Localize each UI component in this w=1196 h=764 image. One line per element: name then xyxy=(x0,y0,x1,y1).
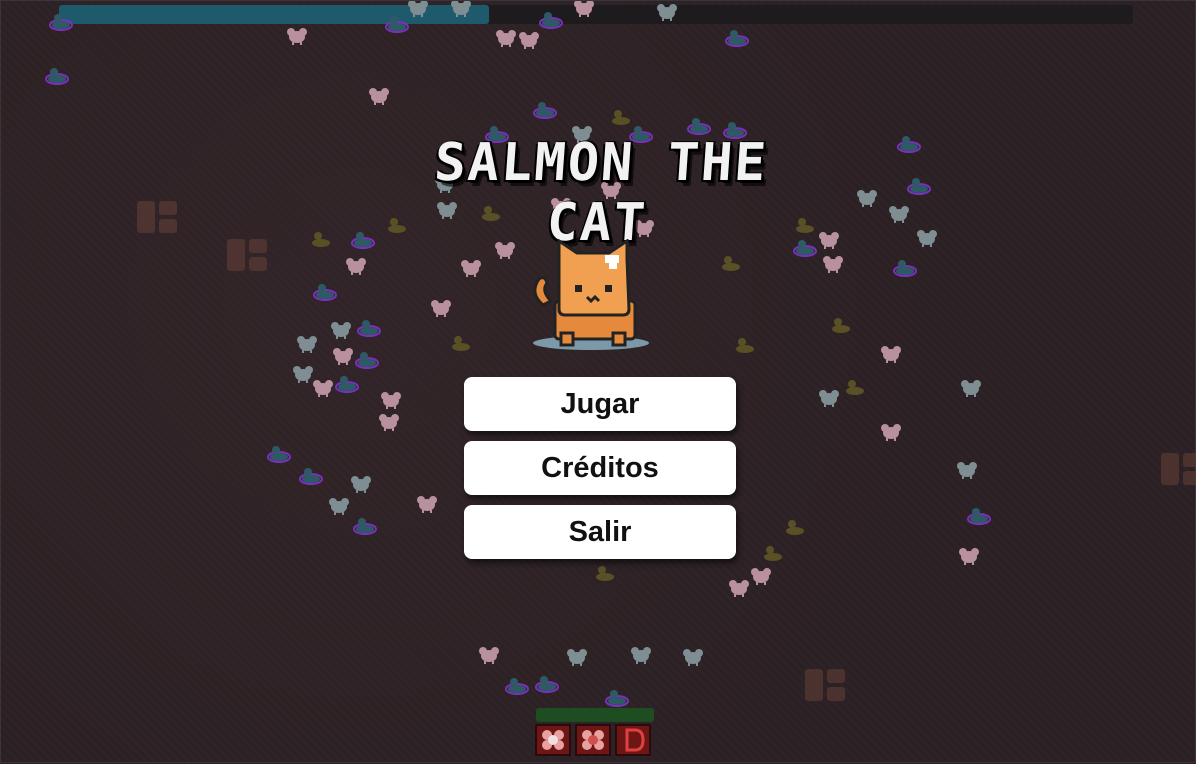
mouse-enemy-icon xyxy=(381,392,401,409)
snake-enemy-icon xyxy=(605,690,629,707)
snake-enemy-icon xyxy=(452,336,470,351)
snake-enemy-icon xyxy=(313,284,337,301)
mouse-enemy-icon xyxy=(519,32,539,49)
snake-enemy-icon xyxy=(786,520,804,535)
snake-enemy-icon xyxy=(687,118,711,135)
mouse-enemy-icon xyxy=(567,649,587,666)
snake-enemy-icon xyxy=(299,468,323,485)
crate-tile-icon xyxy=(137,201,177,233)
xp-bar-fill xyxy=(59,5,489,24)
mouse-enemy-icon xyxy=(293,366,313,383)
flower-icon xyxy=(582,730,604,750)
snake-enemy-icon xyxy=(736,338,754,353)
health-bar xyxy=(536,708,654,722)
snake-enemy-icon xyxy=(505,678,529,695)
mouse-enemy-icon xyxy=(889,206,909,223)
mouse-enemy-icon xyxy=(313,380,333,397)
mouse-enemy-icon xyxy=(957,462,977,479)
snake-enemy-icon xyxy=(764,546,782,561)
snake-enemy-icon xyxy=(725,30,749,47)
mouse-enemy-icon xyxy=(351,476,371,493)
snake-enemy-icon xyxy=(612,110,630,125)
mouse-enemy-icon xyxy=(819,390,839,407)
snake-enemy-icon xyxy=(355,352,379,369)
mouse-enemy-icon xyxy=(959,548,979,565)
mouse-enemy-icon xyxy=(751,568,771,585)
snake-enemy-icon xyxy=(353,518,377,535)
mouse-enemy-icon xyxy=(329,498,349,515)
flower-icon xyxy=(542,730,564,750)
inventory-slot-3[interactable] xyxy=(615,724,651,756)
snake-enemy-icon xyxy=(967,508,991,525)
mouse-enemy-icon xyxy=(857,190,877,207)
mouse-enemy-icon xyxy=(631,647,651,664)
inventory-slot-2[interactable] xyxy=(575,724,611,756)
mouse-enemy-icon xyxy=(917,230,937,247)
mouse-enemy-icon xyxy=(496,30,516,47)
game-canvas: SALMON THE CAT Jugar Créditos Salir xyxy=(0,0,1196,763)
snake-enemy-icon xyxy=(722,256,740,271)
mouse-enemy-icon xyxy=(881,346,901,363)
xp-bar xyxy=(59,5,1133,24)
mouse-enemy-icon xyxy=(683,649,703,666)
mouse-enemy-icon xyxy=(823,256,843,273)
snake-enemy-icon xyxy=(832,318,850,333)
snake-enemy-icon xyxy=(312,232,330,247)
mouse-enemy-icon xyxy=(729,580,749,597)
mouse-enemy-icon xyxy=(819,232,839,249)
credits-button[interactable]: Créditos xyxy=(464,441,736,495)
game-title: SALMON THE CAT xyxy=(432,133,770,253)
snake-enemy-icon xyxy=(335,376,359,393)
letter-d-icon xyxy=(625,728,645,752)
snake-enemy-icon xyxy=(897,136,921,153)
mouse-enemy-icon xyxy=(287,28,307,45)
mouse-enemy-icon xyxy=(461,260,481,277)
mouse-enemy-icon xyxy=(417,496,437,513)
inventory-slot-1[interactable] xyxy=(535,724,571,756)
play-button[interactable]: Jugar xyxy=(464,377,736,431)
mouse-enemy-icon xyxy=(881,424,901,441)
mouse-enemy-icon xyxy=(369,88,389,105)
snake-enemy-icon xyxy=(535,676,559,693)
mouse-enemy-icon xyxy=(331,322,351,339)
mouse-enemy-icon xyxy=(346,258,366,275)
snake-enemy-icon xyxy=(596,566,614,581)
crate-tile-icon xyxy=(805,669,845,701)
snake-enemy-icon xyxy=(907,178,931,195)
mouse-enemy-icon xyxy=(431,300,451,317)
exit-button[interactable]: Salir xyxy=(464,505,736,559)
crate-tile-icon xyxy=(227,239,267,271)
snake-enemy-icon xyxy=(357,320,381,337)
mouse-enemy-icon xyxy=(961,380,981,397)
cat-mascot-icon xyxy=(533,239,649,350)
snake-enemy-icon xyxy=(893,260,917,277)
snake-enemy-icon xyxy=(267,446,291,463)
mouse-enemy-icon xyxy=(333,348,353,365)
snake-enemy-icon xyxy=(846,380,864,395)
crate-tile-icon xyxy=(1161,453,1196,485)
snake-enemy-icon xyxy=(533,102,557,119)
snake-enemy-icon xyxy=(351,232,375,249)
mouse-enemy-icon xyxy=(479,647,499,664)
snake-enemy-icon xyxy=(45,68,69,85)
mouse-enemy-icon xyxy=(297,336,317,353)
mouse-enemy-icon xyxy=(379,414,399,431)
